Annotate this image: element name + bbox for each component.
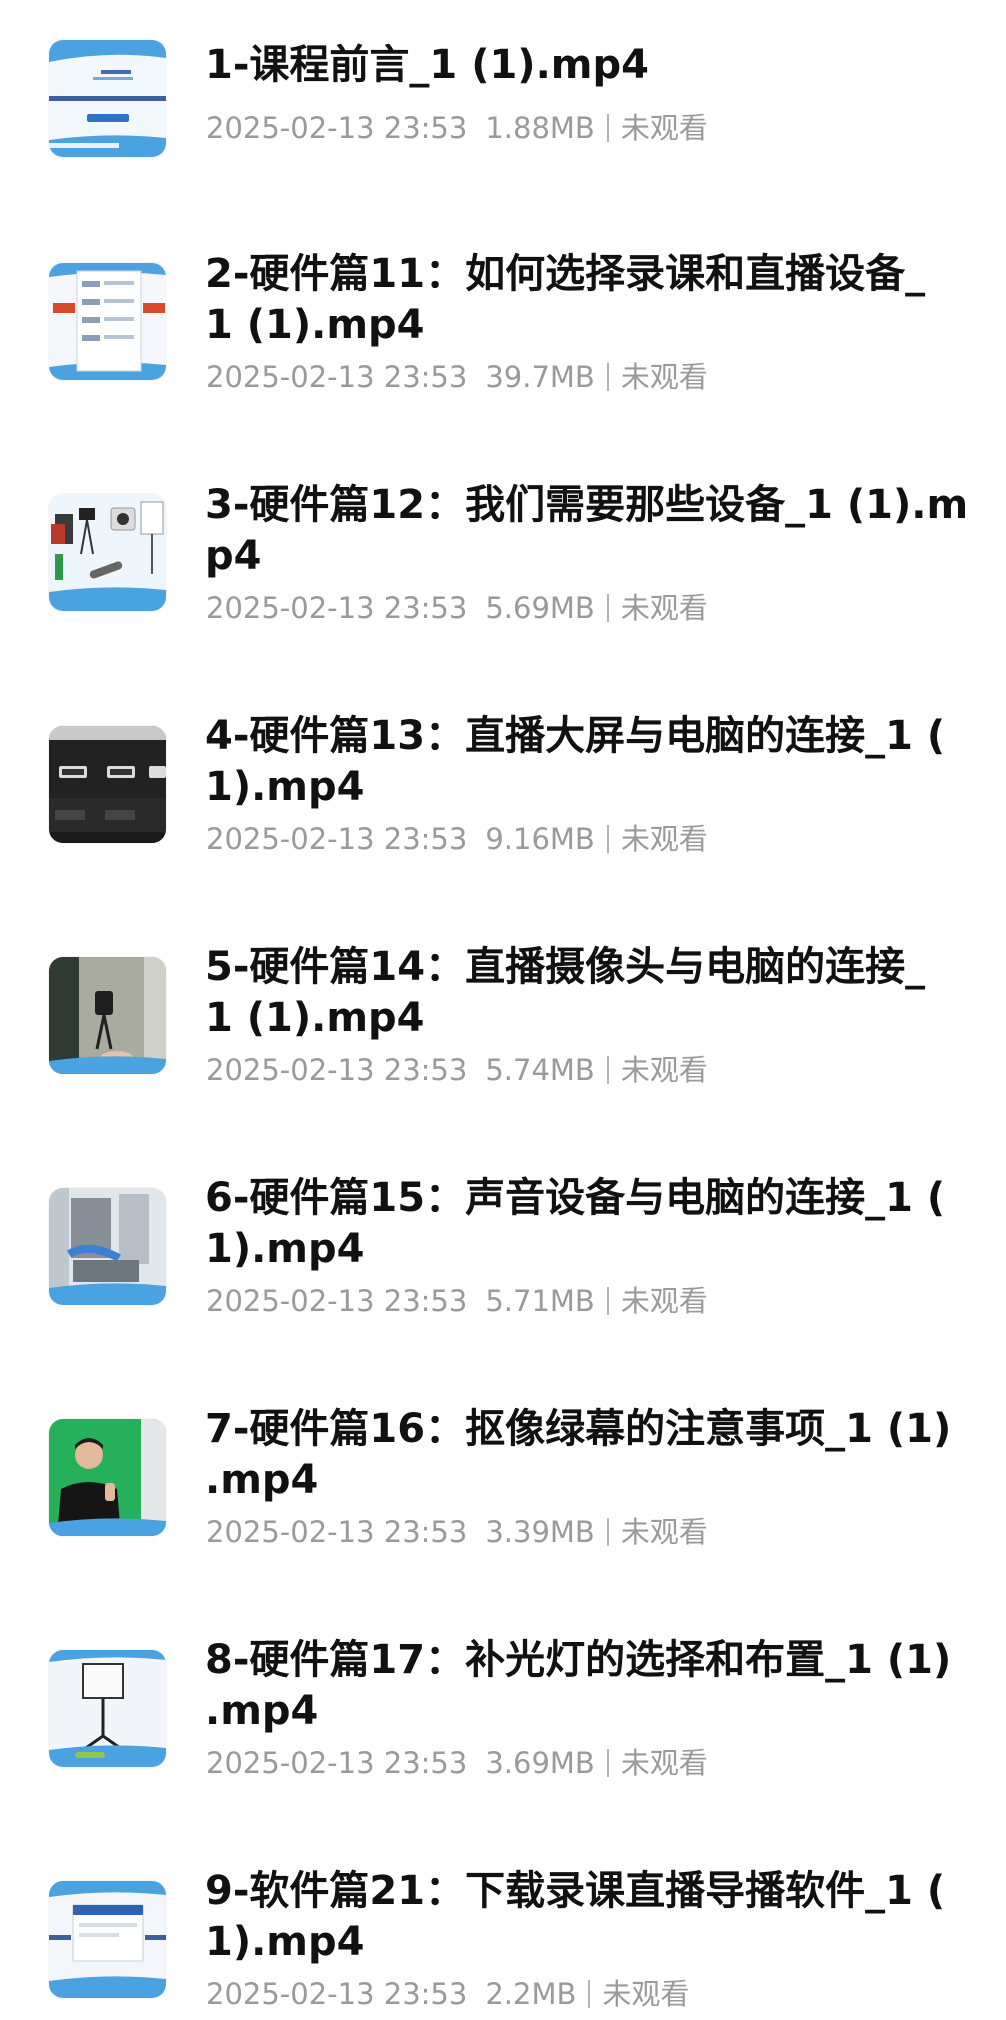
audio-device-icon xyxy=(49,1188,166,1305)
file-size: 9.16MB xyxy=(485,822,595,856)
devices-icon xyxy=(49,494,166,611)
file-date: 2025-02-13 23:53 xyxy=(206,1746,468,1780)
watch-status: 未观看 xyxy=(602,1977,690,2011)
file-meta: 2025-02-13 23:53 9.16MB 未观看 xyxy=(206,821,708,857)
file-meta: 2025-02-13 23:53 5.74MB 未观看 xyxy=(206,1052,708,1088)
watch-status: 未观看 xyxy=(620,591,708,625)
file-meta: 2025-02-13 23:53 39.7MB 未观看 xyxy=(206,359,708,395)
meta-divider xyxy=(606,1518,609,1546)
file-meta: 2025-02-13 23:53 2.2MB 未观看 xyxy=(206,1976,689,2012)
file-title: 5-硬件篇14：直播摄像头与电脑的连接_ 1 (1).mp4 xyxy=(205,942,1006,1044)
file-title-line: 1 (1).mp4 xyxy=(205,302,425,348)
watch-status: 未观看 xyxy=(620,1053,708,1087)
hdmi-ports-icon xyxy=(49,726,166,843)
file-title: 6-硬件篇15：声音设备与电脑的连接_1 ( 1).mp4 xyxy=(205,1173,1006,1275)
file-title-line: 3-硬件篇12：我们需要那些设备_1 (1).m xyxy=(205,482,969,528)
file-title-line: 1).mp4 xyxy=(205,1919,365,1965)
file-title: 8-硬件篇17：补光灯的选择和布置_1 (1) .mp4 xyxy=(205,1635,1006,1737)
file-date: 2025-02-13 23:53 xyxy=(206,1977,468,2011)
file-meta: 2025-02-13 23:53 3.39MB 未观看 xyxy=(206,1514,708,1550)
file-title-line: p4 xyxy=(205,533,262,579)
file-size: 5.71MB xyxy=(485,1284,595,1318)
file-title-line: 1 (1).mp4 xyxy=(205,995,425,1041)
meta-divider xyxy=(606,594,609,622)
softbox-light-icon xyxy=(49,1650,166,1767)
file-list: 1-课程前言_1 (1).mp4 2025-02-13 23:53 1.88MB 未… xyxy=(0,0,1006,2020)
camera-video-icon xyxy=(49,957,166,1074)
file-size: 2.2MB xyxy=(485,1977,577,2011)
file-title-line: 1).mp4 xyxy=(205,1226,365,1272)
file-title-line: 1).mp4 xyxy=(205,764,365,810)
file-date: 2025-02-13 23:53 xyxy=(206,822,468,856)
file-date: 2025-02-13 23:53 xyxy=(206,360,468,394)
file-size: 3.39MB xyxy=(485,1515,595,1549)
file-title-line: 2-硬件篇11：如何选择录课和直播设备_ xyxy=(205,251,926,297)
watch-status: 未观看 xyxy=(620,1284,708,1318)
file-title-line: 9-软件篇21：下载录课直播导播软件_1 ( xyxy=(205,1868,946,1914)
file-meta: 2025-02-13 23:53 3.69MB 未观看 xyxy=(206,1745,708,1781)
file-title-line: .mp4 xyxy=(205,1457,319,1503)
file-date: 2025-02-13 23:53 xyxy=(206,1515,468,1549)
file-title-line: 8-硬件篇17：补光灯的选择和布置_1 (1) xyxy=(205,1637,952,1683)
file-size: 5.69MB xyxy=(485,591,595,625)
file-size: 3.69MB xyxy=(485,1746,595,1780)
file-date: 2025-02-13 23:53 xyxy=(206,591,468,625)
watch-status: 未观看 xyxy=(620,1746,708,1780)
watch-status: 未观看 xyxy=(620,360,708,394)
file-meta: 2025-02-13 23:53 5.69MB 未观看 xyxy=(206,590,708,626)
file-title-line: 5-硬件篇14：直播摄像头与电脑的连接_ xyxy=(205,944,926,990)
file-title-line: 4-硬件篇13：直播大屏与电脑的连接_1 ( xyxy=(205,713,946,759)
meta-divider xyxy=(606,1056,609,1084)
watch-status: 未观看 xyxy=(620,822,708,856)
meta-divider xyxy=(606,1287,609,1315)
file-row-9[interactable]: 9-软件篇21：下载录课直播导播软件_1 ( 1).mp4 2025-02-13… xyxy=(0,0,1006,2011)
software-window-icon xyxy=(49,1881,166,1998)
watch-status: 未观看 xyxy=(620,1515,708,1549)
file-size: 39.7MB xyxy=(485,360,595,394)
file-title: 9-软件篇21：下载录课直播导播软件_1 ( 1).mp4 xyxy=(205,1866,1006,1968)
file-title: 3-硬件篇12：我们需要那些设备_1 (1).m p4 xyxy=(205,480,1006,582)
file-title-line: 6-硬件篇15：声音设备与电脑的连接_1 ( xyxy=(205,1175,946,1221)
file-title-line: 7-硬件篇16：抠像绿幕的注意事项_1 (1) xyxy=(205,1406,952,1452)
meta-divider xyxy=(606,363,609,391)
file-date: 2025-02-13 23:53 xyxy=(206,1053,468,1087)
file-meta: 2025-02-13 23:53 5.71MB 未观看 xyxy=(206,1283,708,1319)
file-date: 2025-02-13 23:53 xyxy=(206,1284,468,1318)
meta-divider xyxy=(606,1749,609,1777)
file-title-line: .mp4 xyxy=(205,1688,319,1734)
slide-list-icon xyxy=(49,263,166,380)
file-title: 7-硬件篇16：抠像绿幕的注意事项_1 (1) .mp4 xyxy=(205,1404,1006,1506)
meta-divider xyxy=(588,1980,591,2008)
file-title: 2-硬件篇11：如何选择录课和直播设备_ 1 (1).mp4 xyxy=(205,249,1006,351)
file-title: 4-硬件篇13：直播大屏与电脑的连接_1 ( 1).mp4 xyxy=(205,711,1006,813)
green-screen-icon xyxy=(49,1419,166,1536)
file-size: 5.74MB xyxy=(485,1053,595,1087)
meta-divider xyxy=(606,825,609,853)
